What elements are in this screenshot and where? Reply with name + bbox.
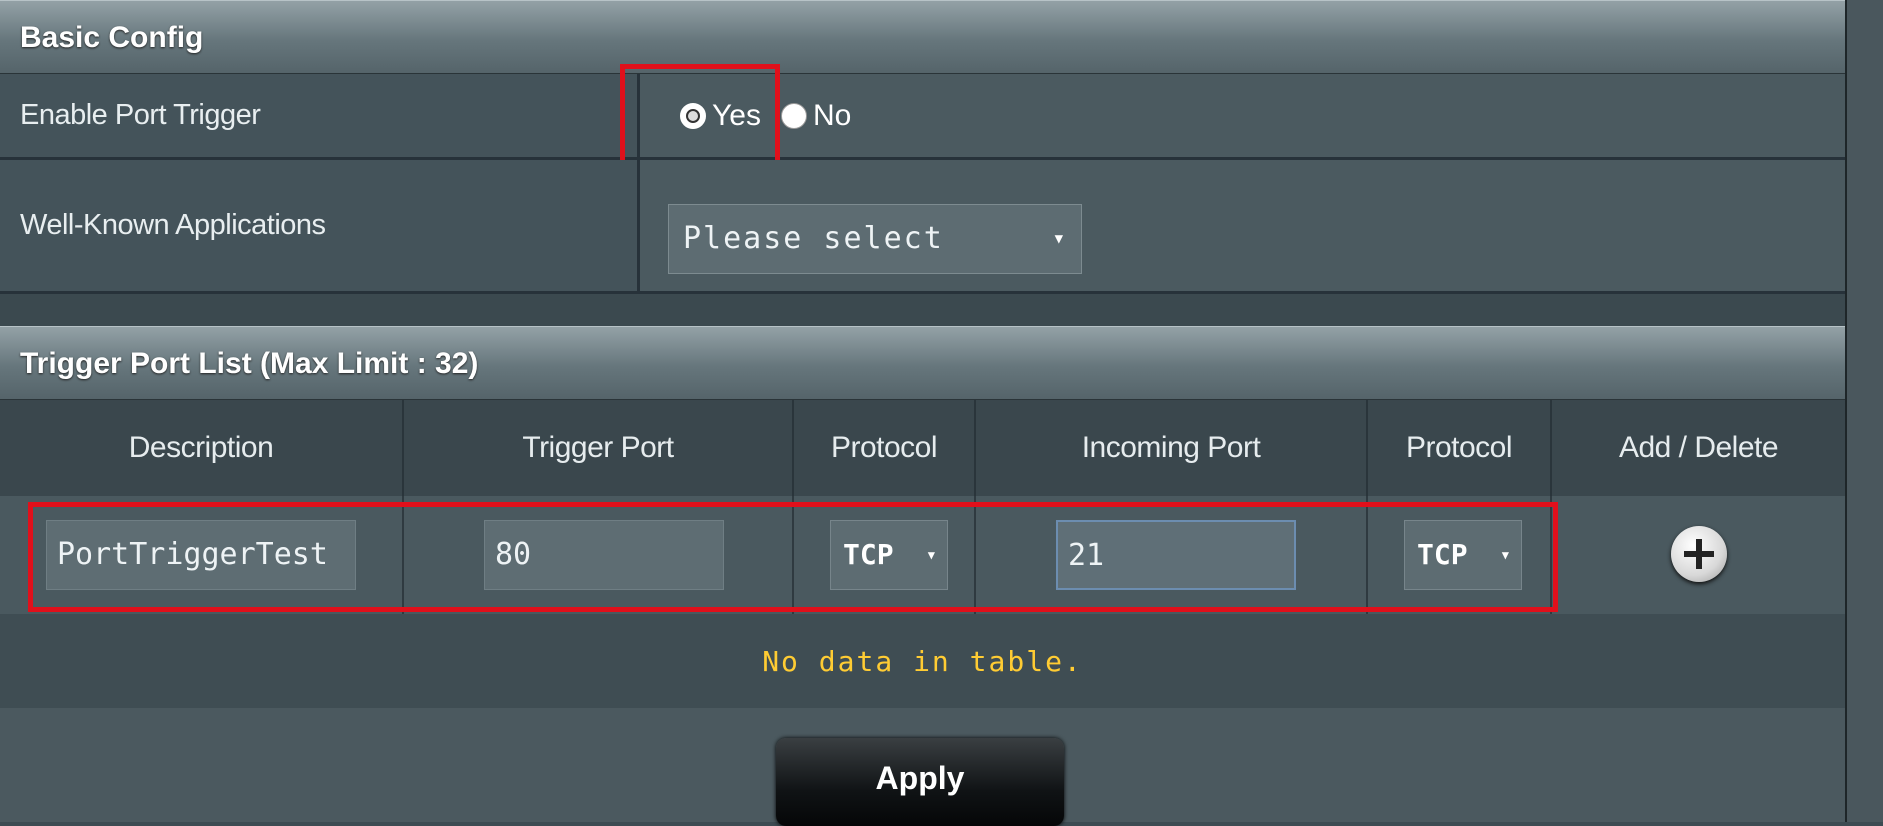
well-known-apps-selected-text: Please select xyxy=(683,221,944,256)
enable-port-trigger-value: Yes No xyxy=(640,74,1845,157)
plus-circle-icon[interactable] xyxy=(1670,526,1727,582)
column-add-delete: Add / Delete xyxy=(1618,431,1779,464)
apply-button[interactable]: Apply xyxy=(776,738,1064,826)
basic-config-header: Basic Config xyxy=(0,0,1845,74)
empty-table-row: No data in table. xyxy=(0,614,1845,711)
column-description: Description xyxy=(0,400,404,496)
add-delete-cell xyxy=(1552,496,1845,614)
column-incoming-protocol: Protocol xyxy=(1368,400,1552,496)
trigger-list-title: Trigger Port List (Max Limit : 32) xyxy=(20,347,479,380)
radio-no-label[interactable]: No xyxy=(813,99,851,133)
well-known-apps-select[interactable]: Please select ▼ xyxy=(668,204,1082,274)
input-row-highlight-box xyxy=(28,502,1558,612)
well-known-apps-label: Well-Known Applications xyxy=(0,160,640,291)
footer: Apply xyxy=(0,708,1845,826)
column-incoming-port: Incoming Port xyxy=(976,400,1368,496)
right-edge-frame xyxy=(1845,0,1883,822)
trigger-list-header: Trigger Port List (Max Limit : 32) xyxy=(0,326,1845,400)
caret-down-icon: ▼ xyxy=(1054,231,1065,247)
empty-table-message: No data in table. xyxy=(762,644,1083,678)
column-trigger-protocol: Protocol xyxy=(794,400,976,496)
enable-port-trigger-row: Enable Port Trigger Yes No xyxy=(0,74,1845,160)
basic-config-title: Basic Config xyxy=(20,21,204,54)
column-trigger-port: Trigger Port xyxy=(404,400,794,496)
radio-no[interactable] xyxy=(780,102,807,129)
enable-port-trigger-label-text: Enable Port Trigger xyxy=(20,99,261,131)
port-trigger-panel: Basic Config Enable Port Trigger Yes No … xyxy=(0,0,1845,826)
well-known-apps-label-text: Well-Known Applications xyxy=(20,209,326,241)
trigger-table-header: Description Trigger Port Protocol Incomi… xyxy=(0,400,1845,499)
enable-port-trigger-label: Enable Port Trigger xyxy=(0,74,640,157)
well-known-apps-row: Well-Known Applications Please select ▼ xyxy=(0,160,1845,294)
well-known-apps-value: Please select ▼ xyxy=(640,160,1845,291)
